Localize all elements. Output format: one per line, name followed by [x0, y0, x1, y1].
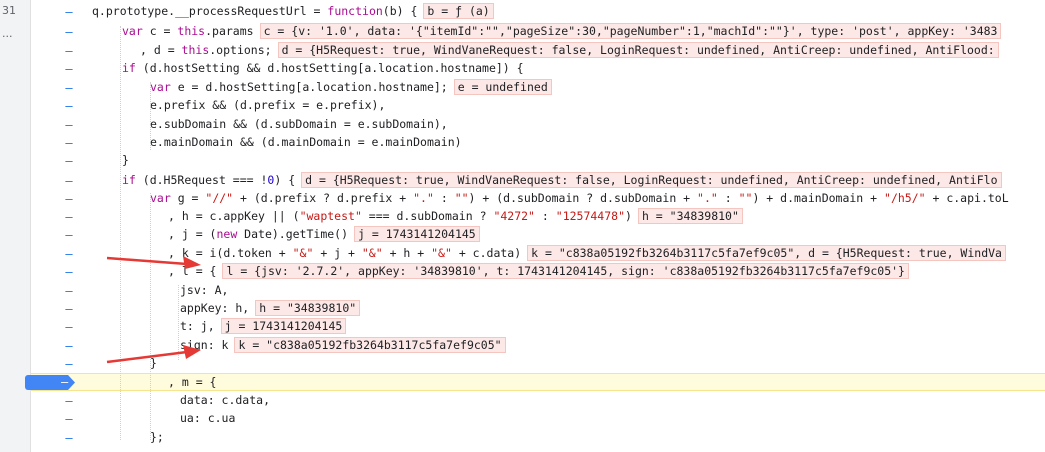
code-line[interactable]: –}; — [31, 429, 1045, 447]
breakpoint-marker[interactable]: – — [25, 375, 75, 390]
code-text: , m = { — [168, 375, 217, 389]
collapse-icon[interactable]: – — [64, 136, 74, 150]
collapse-icon[interactable]: – — [64, 339, 74, 353]
collapse-icon[interactable]: – — [64, 320, 74, 334]
collapse-icon[interactable]: – — [64, 192, 74, 206]
collapse-icon[interactable]: – — [64, 431, 74, 445]
code-text: , j = (new Date).getTime() j = 1743141204… — [168, 226, 480, 242]
inline-value-badge: k = "c838a05192fb3264b3117c5fa7ef9c05" — [234, 337, 506, 353]
code-text: var c = this.params c = {v: '1.0', data: … — [122, 23, 1002, 39]
code-line[interactable]: – , j = (new Date).getTime() j = 174314120… — [31, 226, 1045, 244]
code-text: sign: kk = "c838a05192fb3264b3117c5fa7ef… — [180, 337, 506, 353]
collapse-icon[interactable]: – — [64, 394, 74, 408]
code-line[interactable]: – ua: c.ua — [31, 410, 1045, 428]
inline-value-badge: l = {jsv: '2.7.2', appKey: '34839810', t… — [222, 263, 909, 279]
collapse-icon[interactable]: – — [64, 228, 74, 242]
code-line[interactable]: – e.prefix && (d.prefix = e.prefix), — [31, 97, 1045, 115]
code-text: , h = c.appKey || ("waptest" === d.subDo… — [168, 208, 743, 224]
code-line[interactable]: – , d = this.options; d = {H5Request: true… — [31, 42, 1045, 60]
code-text: , d = this.options; d = {H5Request: true,… — [140, 42, 999, 58]
collapse-icon[interactable]: – — [64, 62, 74, 76]
code-text: t: j, j = 1743141204145 — [180, 318, 347, 334]
code-line[interactable]: – if (d.hostSetting && d.hostSetting[a.lo… — [31, 60, 1045, 78]
red-arrow-icon-1 — [106, 256, 201, 269]
inline-value-badge: k = "c838a05192fb3264b3117c5fa7ef9c05", … — [527, 245, 1006, 261]
code-text: e.prefix && (d.prefix = e.prefix), — [150, 98, 386, 112]
collapse-icon[interactable]: – — [64, 302, 74, 316]
code-text: q.prototype.__processRequestUrl = functi… — [92, 3, 494, 19]
code-text: jsv: A, — [180, 283, 229, 297]
inline-value-badge: c = {v: '1.0', data: '{"itemId":"","page… — [259, 23, 1002, 39]
code-line[interactable]: – jsv: A, — [31, 282, 1045, 300]
code-line[interactable]: – appKey: h, h = "34839810" — [31, 300, 1045, 318]
indent-guide — [120, 26, 121, 440]
code-line[interactable]: – if (d.H5Request === !0) {d = {H5Request… — [31, 172, 1045, 190]
code-line[interactable]: – var c = this.params c = {v: '1.0', data:… — [31, 23, 1045, 41]
collapse-icon[interactable]: – — [64, 44, 74, 58]
collapse-icon[interactable]: – — [64, 247, 74, 261]
collapse-icon[interactable]: – — [64, 5, 74, 19]
code-line[interactable]: – e.mainDomain && (d.mainDomain = e.mainD… — [31, 134, 1045, 152]
indent-guide — [150, 82, 151, 150]
inline-value-badge: j = 1743141204145 — [220, 318, 347, 334]
inline-value-badge: e = undefined — [453, 79, 552, 95]
collapse-icon[interactable]: – — [61, 375, 68, 389]
collapse-icon[interactable]: – — [64, 154, 74, 168]
indent-guide — [150, 193, 151, 440]
code-text: }; — [150, 430, 164, 444]
code-text: var e = d.hostSetting[a.location.hostnam… — [150, 79, 552, 95]
code-line[interactable]: – e.subDomain && (d.subDomain = e.subDoma… — [31, 116, 1045, 134]
more-icon[interactable]: ··· — [2, 30, 13, 43]
code-line[interactable]: – var g = "//" + (d.prefix ? d.prefix + "… — [31, 190, 1045, 208]
code-text: if (d.hostSetting && d.hostSetting[a.loc… — [122, 61, 524, 75]
collapse-icon[interactable]: – — [64, 118, 74, 132]
collapse-icon[interactable]: – — [64, 357, 74, 371]
code-text: appKey: h, h = "34839810" — [180, 300, 361, 316]
line-number: 31 — [2, 4, 16, 17]
code-line[interactable]: – data: c.data, — [31, 392, 1045, 410]
code-line[interactable]: – var e = d.hostSetting[a.location.hostna… — [31, 79, 1045, 97]
code-editor[interactable]: – q.prototype.__processRequestUrl = funct… — [25, 0, 1045, 452]
collapse-icon[interactable]: – — [64, 81, 74, 95]
code-text: , k = i(d.token + "&" + j + "&" + h + "&… — [168, 245, 1006, 261]
code-text: var g = "//" + (d.prefix ? d.prefix + ".… — [150, 191, 1009, 205]
code-text: data: c.data, — [180, 393, 271, 407]
code-line[interactable]: –} — [31, 152, 1045, 170]
code-text: if (d.H5Request === !0) {d = {H5Request:… — [122, 172, 1002, 188]
collapse-icon[interactable]: – — [64, 210, 74, 224]
code-text: , l = {l = {jsv: '2.7.2', appKey: '34839… — [168, 263, 909, 279]
collapse-icon[interactable]: – — [64, 99, 74, 113]
code-line[interactable]: – q.prototype.__processRequestUrl = funct… — [31, 3, 1045, 21]
collapse-icon[interactable]: – — [64, 284, 74, 298]
red-arrow-icon-2 — [106, 345, 201, 364]
collapse-icon[interactable]: – — [64, 412, 74, 426]
inline-value-badge: d = {H5Request: true, WindVaneRequest: f… — [301, 172, 1002, 188]
code-text: } — [122, 153, 129, 167]
collapse-icon[interactable]: – — [64, 265, 74, 279]
code-text: e.subDomain && (d.subDomain = e.subDomai… — [150, 117, 448, 131]
inline-value-badge: h = "34839810" — [255, 300, 361, 316]
code-text: ua: c.ua — [180, 411, 236, 425]
inline-value-badge: b = ƒ (a) — [423, 3, 494, 19]
code-line[interactable]: – t: j, j = 1743141204145 — [31, 318, 1045, 336]
code-line[interactable]: – , h = c.appKey || ("waptest" === d.subD… — [31, 208, 1045, 226]
inline-value-badge: j = 1743141204145 — [354, 226, 480, 242]
code-text: e.mainDomain && (d.mainDomain = e.mainDo… — [150, 135, 462, 149]
collapse-icon[interactable]: – — [64, 25, 74, 39]
inline-value-badge: h = "34839810" — [637, 208, 743, 224]
current-line[interactable]: – , m = { — [25, 373, 1045, 391]
collapse-icon[interactable]: – — [64, 174, 74, 188]
inline-value-badge: d = {H5Request: true, WindVaneRequest: f… — [277, 42, 999, 58]
